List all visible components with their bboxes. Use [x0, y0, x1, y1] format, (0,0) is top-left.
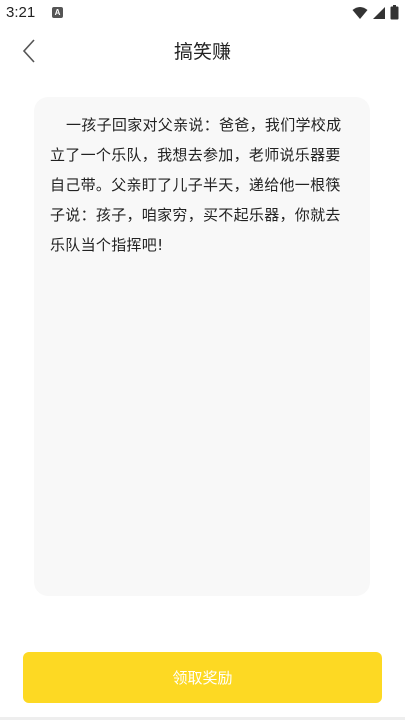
page-title: 搞笑赚 [173, 41, 231, 63]
battery-icon [390, 5, 399, 20]
signal-icon [373, 6, 385, 19]
wifi-icon [352, 6, 368, 19]
joke-text: 一孩子回家对父亲说：爸爸，我们学校成立了一个乐队，我想去参加，老师说乐器要自己带… [50, 116, 342, 254]
joke-card: 一孩子回家对父亲说：爸爸，我们学校成立了一个乐队，我想去参加，老师说乐器要自己带… [34, 97, 370, 596]
nav-bar: 搞笑赚 [0, 28, 405, 76]
status-icons [352, 5, 399, 20]
claim-reward-button[interactable]: 领取奖励 [23, 652, 382, 703]
status-bar: 3:21 A [0, 0, 405, 28]
notification-icon: A [52, 7, 63, 18]
status-time: 3:21 [6, 4, 36, 21]
